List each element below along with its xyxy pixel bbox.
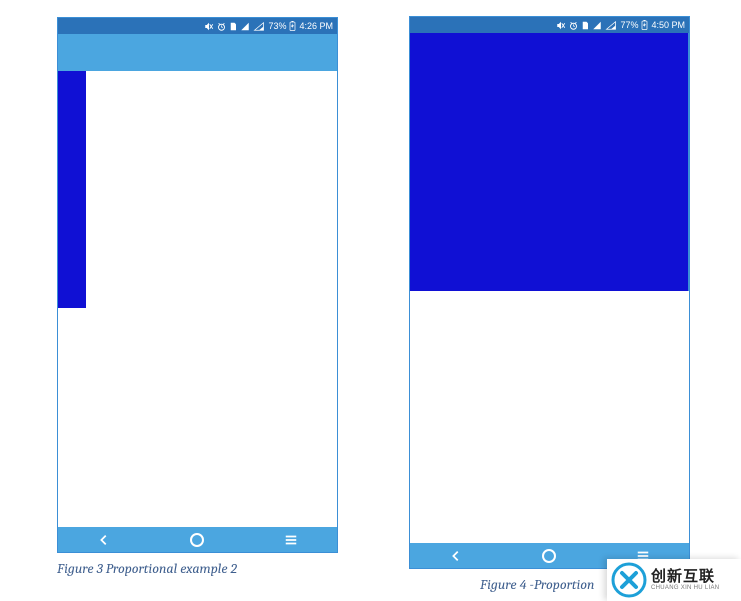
nav-back-button[interactable] xyxy=(97,533,111,547)
blue-block-top-half xyxy=(410,33,689,291)
figure-caption-right: Figure 4 -Proportion xyxy=(480,576,595,593)
signal-icon xyxy=(592,21,602,30)
clock-time: 4:26 PM xyxy=(299,21,333,31)
mute-icon xyxy=(204,22,214,31)
battery-percent: 73% xyxy=(268,21,286,31)
figure-caption-left: Figure 3 Proportional example 2 xyxy=(57,560,237,577)
navigation-bar xyxy=(58,527,337,552)
phone-mockup-right: 77% 4:50 PM xyxy=(409,16,690,569)
battery-charging-icon xyxy=(641,20,648,30)
alarm-icon xyxy=(217,22,226,31)
status-bar: 73% 4:26 PM xyxy=(58,18,337,34)
screen-body xyxy=(58,71,337,527)
watermark-text-cn: 创新互联 xyxy=(651,569,719,585)
nav-home-button[interactable] xyxy=(541,548,557,564)
mute-icon xyxy=(556,21,566,30)
sd-card-icon xyxy=(581,21,589,30)
alarm-icon xyxy=(569,21,578,30)
wifi-signal-icon xyxy=(605,21,617,30)
battery-charging-icon xyxy=(289,21,296,31)
nav-home-button[interactable] xyxy=(189,532,205,548)
nav-back-button[interactable] xyxy=(449,549,463,563)
signal-icon xyxy=(240,22,250,31)
nav-recents-button[interactable] xyxy=(284,533,298,547)
status-bar: 77% 4:50 PM xyxy=(410,17,689,33)
clock-time: 4:50 PM xyxy=(651,20,685,30)
app-bar xyxy=(58,34,337,71)
watermark-badge: 创新互联 CHUANG XIN HU LIAN xyxy=(607,559,741,601)
screen-body xyxy=(410,33,689,543)
watermark-logo-icon xyxy=(611,562,647,598)
wifi-signal-icon xyxy=(253,22,265,31)
phone-mockup-left: 73% 4:26 PM xyxy=(57,17,338,553)
sd-card-icon xyxy=(229,22,237,31)
watermark-text-en: CHUANG XIN HU LIAN xyxy=(651,585,719,591)
blue-block-vertical xyxy=(58,71,86,308)
battery-percent: 77% xyxy=(620,20,638,30)
